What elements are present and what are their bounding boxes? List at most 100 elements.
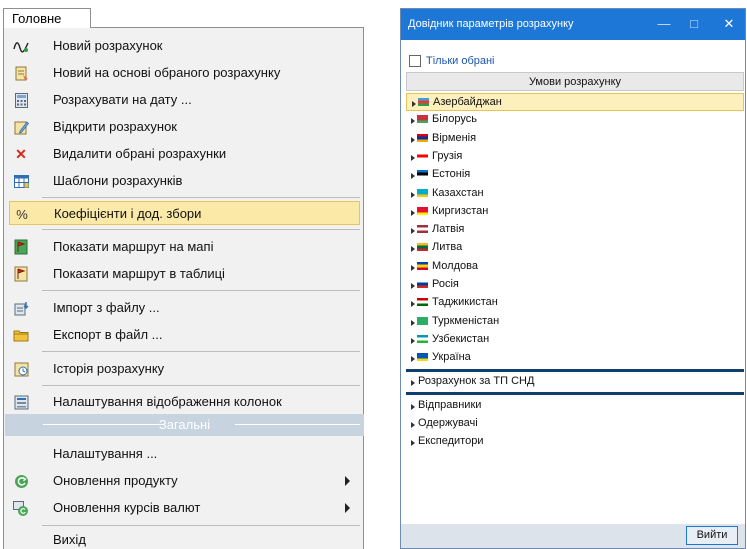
refresh-icon [13,473,29,489]
country-label: Білорусь [432,113,477,126]
checkbox-box[interactable] [409,55,421,67]
tree-row-group[interactable]: Одержувачі [406,415,744,433]
tree-row-country[interactable]: Узбекистан [406,331,744,349]
expand-arrow-icon[interactable] [411,136,415,143]
country-flag-icon [417,133,428,142]
import-icon [13,300,29,316]
tree-row-country[interactable]: Естонія [406,166,744,184]
new-calc-icon [13,38,29,54]
menu-item-new-from-selected[interactable]: Новий на основі обраного розрахунку [9,61,360,85]
currency-refresh-icon [13,500,29,516]
expand-arrow-icon[interactable] [411,154,415,161]
expand-arrow-icon[interactable] [411,356,415,363]
table-icon [13,173,29,189]
menu-item-import[interactable]: Імпорт з файлу ... [9,296,360,320]
expand-arrow-icon[interactable] [411,118,415,125]
country-label: Україна [432,351,471,364]
expand-arrow-icon[interactable] [411,228,415,235]
submenu-arrow-icon [345,476,350,486]
maximize-button[interactable]: □ [686,16,702,32]
expand-arrow-icon[interactable] [411,301,415,308]
expand-arrow-icon[interactable] [411,403,415,410]
home-menu: Новий розрахунок Новий на основі обраног… [3,27,364,549]
menu-item-column-settings[interactable]: Налаштування відображення колонок [9,390,360,414]
expand-arrow-icon[interactable] [411,264,415,271]
expand-arrow-icon[interactable] [411,209,415,216]
minimize-button[interactable]: — [656,16,672,32]
country-flag-icon [417,151,428,160]
calculator-icon [13,92,29,108]
country-flag-icon [417,170,428,179]
menu-item-calc-on-date[interactable]: Розрахувати на дату ... [9,88,360,112]
expand-arrow-icon[interactable] [411,440,415,447]
country-label: Росія [432,278,459,290]
menu-item-exit[interactable]: Вихід [9,528,360,549]
calc-parameters-dialog: Довідник параметрів розрахунку — □ ✕ Тіл… [400,8,746,549]
country-label: Молдова [432,259,478,272]
menu-item-new-calc[interactable]: Новий розрахунок [9,34,360,58]
menu-item-templates[interactable]: Шаблони розрахунків [9,169,360,193]
menu-item-currency-update[interactable]: Оновлення курсів валют [9,496,360,520]
close-button[interactable]: ✕ [721,16,737,32]
group-label: Відправники [418,398,482,411]
tree-row-country[interactable]: Україна [406,349,744,367]
expand-arrow-icon[interactable] [411,319,415,326]
menu-item-coefficients[interactable]: % Коефіцієнти і дод. збори [9,201,360,225]
tree-row-country[interactable]: Туркменістан [406,313,744,331]
percent-icon: % [16,206,28,222]
tree-row-country[interactable]: Казахстан [406,185,744,203]
tree-row-country[interactable]: Азербайджан [406,93,744,111]
tree-row-group[interactable]: Відправники [406,397,744,415]
dialog-footer: Вийти [401,524,745,548]
country-flag-icon [417,334,428,343]
country-label: Казахстан [432,186,484,199]
only-selected-checkbox[interactable]: Тільки обрані [409,54,495,68]
country-label: Узбекистан [432,332,490,345]
country-label: Латвія [432,223,465,236]
tree-row-country[interactable]: Киргизстан [406,203,744,221]
expand-arrow-icon[interactable] [411,337,415,344]
menu-item-settings[interactable]: Налаштування ... [9,442,360,466]
menu-item-route-map[interactable]: Показати маршрут на мапі [9,235,360,259]
menu-item-history[interactable]: Історія розрахунку [9,357,360,381]
exit-button[interactable]: Вийти [686,526,738,545]
tree-row-country[interactable]: Вірменія [406,130,744,148]
menu-item-product-update[interactable]: Оновлення продукту [9,469,360,493]
tree-row-country[interactable]: Литва [406,239,744,257]
dialog-title-bar: Довідник параметрів розрахунку — □ ✕ [401,9,745,40]
columns-icon [13,394,29,410]
map-route-icon [13,239,29,255]
column-header[interactable]: Умови розрахунку [406,72,744,91]
history-icon [13,361,29,377]
tree-row-country[interactable]: Молдова [406,258,744,276]
dialog-title: Довідник параметрів розрахунку [408,18,574,30]
expand-arrow-icon[interactable] [411,246,415,253]
menu-item-open-calc[interactable]: Відкрити розрахунок [9,115,360,139]
conditions-tree: Азербайджан Білорусь Вірменія Грузія Естонія… [406,92,744,524]
tree-row-country[interactable]: Грузія [406,148,744,166]
tree-row-country[interactable]: Білорусь [406,111,744,129]
country-label: Азербайджан [433,96,502,108]
group-label: Експедитори [418,435,484,448]
expand-arrow-icon[interactable] [411,422,415,429]
country-flag-icon [417,353,428,362]
expand-arrow-icon[interactable] [411,173,415,180]
tree-row-tp-cis[interactable]: Розрахунок за ТП СНД [406,373,744,391]
tree-row-group[interactable]: Експедитори [406,433,744,451]
expand-arrow-icon[interactable] [412,101,416,107]
country-flag-icon [418,98,429,106]
tree-row-country[interactable]: Таджикистан [406,294,744,312]
expand-arrow-icon[interactable] [411,283,415,289]
country-label: Киргизстан [432,204,489,217]
country-flag-icon [417,188,428,197]
group-divider [406,391,744,395]
menu-item-delete-selected[interactable]: ✕ Видалити обрані розрахунки [9,142,360,166]
expand-arrow-icon[interactable] [411,379,415,386]
menu-item-export[interactable]: Експорт в файл ... [9,323,360,347]
tree-row-country[interactable]: Латвія [406,221,744,239]
submenu-arrow-icon [345,503,350,513]
menu-item-route-table[interactable]: Показати маршрут в таблиці [9,262,360,286]
tree-row-country[interactable]: Росія [406,276,744,294]
expand-arrow-icon[interactable] [411,191,415,198]
tab-home[interactable]: Головне [3,8,91,28]
